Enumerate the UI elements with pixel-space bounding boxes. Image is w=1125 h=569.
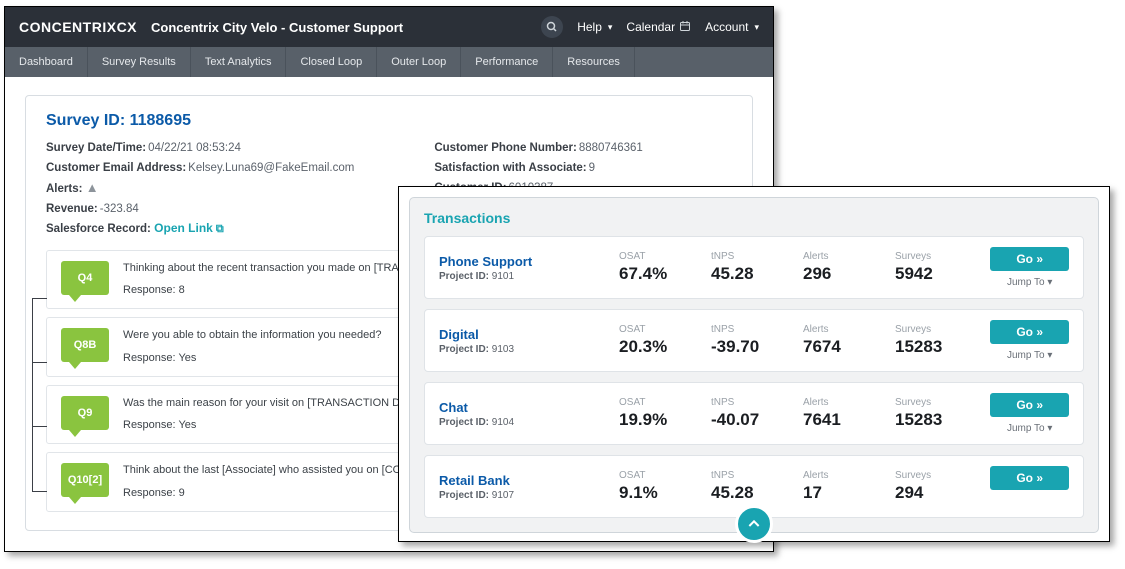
nav-survey-results[interactable]: Survey Results bbox=[88, 47, 191, 77]
scroll-to-top-button[interactable] bbox=[735, 505, 773, 543]
help-menu[interactable]: Help▾ bbox=[577, 20, 612, 34]
go-button[interactable]: Go » bbox=[990, 393, 1069, 417]
nav-closed-loop[interactable]: Closed Loop bbox=[286, 47, 377, 77]
jump-to-menu[interactable]: Jump To ▾ bbox=[1007, 423, 1052, 434]
calendar-menu[interactable]: Calendar bbox=[626, 20, 691, 35]
go-button[interactable]: Go » bbox=[990, 247, 1069, 271]
primary-nav: Dashboard Survey Results Text Analytics … bbox=[5, 47, 773, 77]
transaction-row: Digital Project ID: 9103 OSAT20.3% tNPS-… bbox=[424, 309, 1084, 372]
question-badge: Q10[2] bbox=[61, 463, 109, 497]
nav-outer-loop[interactable]: Outer Loop bbox=[377, 47, 461, 77]
brand-logo: CONCENTRIXCX bbox=[19, 19, 137, 35]
app-title: Concentrix City Velo - Customer Support bbox=[151, 20, 403, 35]
question-connector bbox=[32, 298, 50, 492]
nav-text-analytics[interactable]: Text Analytics bbox=[191, 47, 287, 77]
transaction-name[interactable]: Retail Bank bbox=[439, 473, 609, 488]
nav-dashboard[interactable]: Dashboard bbox=[5, 47, 88, 77]
external-link-icon: ⧉ bbox=[216, 223, 224, 235]
transaction-row: Chat Project ID: 9104 OSAT19.9% tNPS-40.… bbox=[424, 382, 1084, 445]
jump-to-menu[interactable]: Jump To ▾ bbox=[1007, 277, 1052, 288]
transaction-name[interactable]: Chat bbox=[439, 400, 609, 415]
question-text: Were you able to obtain the information … bbox=[123, 328, 381, 343]
go-button[interactable]: Go » bbox=[990, 320, 1069, 344]
transactions-title: Transactions bbox=[424, 210, 1084, 226]
account-menu[interactable]: Account▾ bbox=[705, 20, 759, 34]
search-icon[interactable] bbox=[541, 16, 563, 38]
survey-id: Survey ID: 1188695 bbox=[46, 112, 732, 130]
app-header: CONCENTRIXCX Concentrix City Velo - Cust… bbox=[5, 7, 773, 47]
salesforce-link[interactable]: Open Link⧉ bbox=[154, 221, 224, 235]
nav-performance[interactable]: Performance bbox=[461, 47, 553, 77]
transaction-name[interactable]: Phone Support bbox=[439, 254, 609, 269]
transaction-row: Phone Support Project ID: 9101 OSAT67.4%… bbox=[424, 236, 1084, 299]
question-badge: Q9 bbox=[61, 396, 109, 430]
question-response: Response: Yes bbox=[123, 352, 381, 364]
warning-icon: ▲ bbox=[86, 180, 99, 195]
question-badge: Q4 bbox=[61, 261, 109, 295]
go-button[interactable]: Go » bbox=[990, 466, 1069, 490]
chevron-up-icon bbox=[746, 516, 762, 532]
calendar-icon bbox=[679, 20, 691, 35]
transactions-panel: Transactions Phone Support Project ID: 9… bbox=[398, 186, 1110, 542]
jump-to-menu[interactable]: Jump To ▾ bbox=[1007, 350, 1052, 361]
question-badge: Q8B bbox=[61, 328, 109, 362]
nav-resources[interactable]: Resources bbox=[553, 47, 635, 77]
transaction-name[interactable]: Digital bbox=[439, 327, 609, 342]
